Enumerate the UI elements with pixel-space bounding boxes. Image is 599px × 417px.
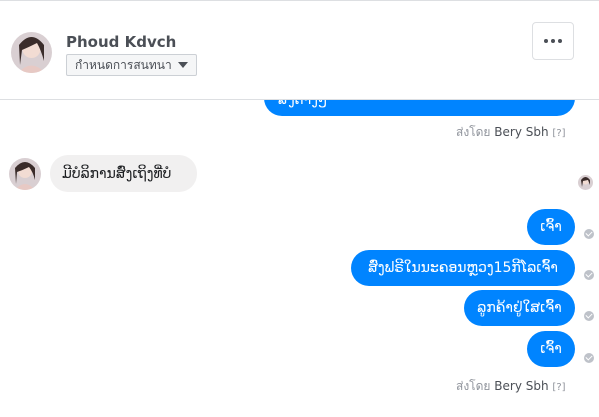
outgoing-message-bubble[interactable]: ເຈົ້າ bbox=[527, 331, 575, 367]
delivered-check-icon bbox=[584, 270, 594, 280]
conversation-options-label: กำหนดการสนทนา bbox=[75, 57, 172, 72]
more-horizontal-icon bbox=[544, 39, 548, 43]
sender-name-link[interactable]: Bery Sbh bbox=[494, 379, 548, 393]
conversation-options-button[interactable]: กำหนดการสนทนา bbox=[66, 54, 197, 76]
more-options-button[interactable] bbox=[532, 22, 574, 60]
delivered-check-icon bbox=[584, 353, 594, 363]
message-text: ມີບໍລິການສົ່ງເຖິງທີ່ບໍ bbox=[62, 165, 172, 182]
contact-name[interactable]: Phoud Kdvch bbox=[66, 33, 176, 51]
delivered-check-icon bbox=[584, 229, 594, 239]
message-text: ສົ່ງຟຣີໃນນະຄອນຫຼວງ15ກີໂລເຈົ້າ bbox=[368, 260, 558, 276]
help-link[interactable]: [?] bbox=[552, 128, 565, 139]
message-text: ເຈົ້າ bbox=[540, 219, 562, 235]
message-text: ເຈົ້າ bbox=[540, 341, 562, 357]
seen-indicator-avatar bbox=[578, 175, 593, 190]
caret-down-icon bbox=[177, 62, 188, 68]
message-text: ລູກຄ້າຢູ່ໃສເຈົ້າ bbox=[477, 300, 562, 316]
sent-by-label: ส่งโดย Bery Sbh [?] bbox=[456, 125, 566, 139]
outgoing-message-bubble[interactable]: ເຈົ້າ bbox=[527, 209, 575, 245]
contact-avatar[interactable] bbox=[9, 158, 41, 190]
delivered-check-icon bbox=[584, 311, 594, 321]
outgoing-message-bubble[interactable]: ສົ່ງຟຣີໃນນະຄອນຫຼວງ15ກີໂລເຈົ້າ bbox=[351, 250, 575, 286]
conversation-header: Phoud Kdvch กำหนดการสนทนา bbox=[0, 0, 599, 100]
help-link[interactable]: [?] bbox=[552, 382, 565, 393]
outgoing-message-bubble[interactable]: ລູກຄ້າຢູ່ໃສເຈົ້າ bbox=[464, 290, 575, 326]
sender-name-link[interactable]: Bery Sbh bbox=[494, 125, 548, 139]
incoming-message-bubble[interactable]: ມີບໍລິການສົ່ງເຖິງທີ່ບໍ bbox=[50, 155, 197, 192]
sent-by-label: ส่งโดย Bery Sbh [?] bbox=[456, 379, 566, 393]
contact-avatar[interactable] bbox=[11, 32, 52, 73]
